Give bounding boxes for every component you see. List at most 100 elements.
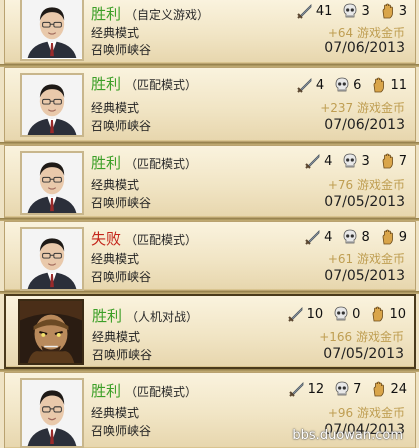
assists-stat: 7 <box>379 152 407 170</box>
kills-stat: 41 <box>296 2 332 20</box>
deaths-count: 8 <box>361 229 370 245</box>
deaths-stat: 3 <box>341 152 370 170</box>
match-result: 胜利 <box>92 307 123 325</box>
deaths-stat: 6 <box>333 76 361 94</box>
match-date: 07/05/2013 <box>324 194 405 210</box>
skull-icon <box>334 306 348 321</box>
gold-reward: +76 游戏金币 <box>327 178 405 192</box>
match-mode: （人机对战） <box>126 310 199 324</box>
kills-count: 12 <box>307 381 325 397</box>
match-result: 失败 <box>91 230 122 248</box>
assists-count: 10 <box>389 306 406 322</box>
deaths-count: 7 <box>353 381 362 397</box>
assists-stat: 3 <box>379 2 407 20</box>
sword-icon <box>297 4 312 19</box>
player-avatar <box>20 227 84 291</box>
kills-stat: 10 <box>287 305 324 323</box>
match-result: 胜利 <box>91 382 122 400</box>
deaths-count: 6 <box>353 77 362 93</box>
watermark: bbs.duowan.com <box>292 428 403 443</box>
champion-avatar <box>18 299 84 365</box>
deaths-count: 0 <box>352 306 361 322</box>
assists-count: 24 <box>390 381 407 397</box>
deaths-count: 3 <box>361 153 370 169</box>
assists-stat: 24 <box>370 380 407 398</box>
kills-stat: 4 <box>296 76 324 94</box>
game-type: 经典模式 <box>91 178 140 192</box>
kda-stats: 10 0 10 <box>281 305 406 323</box>
game-type: 经典模式 <box>91 252 140 266</box>
kills-stat: 12 <box>288 380 325 398</box>
match-mode: （匹配模式） <box>125 78 198 92</box>
player-portrait-icon <box>22 380 82 446</box>
assists-count: 9 <box>398 229 407 245</box>
sword-icon <box>297 78 312 93</box>
match-mode: （匹配模式） <box>125 157 198 171</box>
player-avatar <box>20 151 84 215</box>
kda-stats: 4 6 11 <box>290 76 407 94</box>
game-type: 经典模式 <box>92 330 141 344</box>
match-date: 07/06/2013 <box>324 117 405 133</box>
kills-count: 4 <box>324 153 333 169</box>
skull-icon <box>344 3 357 18</box>
game-type: 经典模式 <box>91 26 140 40</box>
match-mode: （匹配模式） <box>125 385 198 399</box>
hand-icon <box>374 381 385 397</box>
map-name: 召唤师峡谷 <box>91 119 152 133</box>
match-result: 胜利 <box>91 5 122 23</box>
player-portrait-icon <box>22 75 82 135</box>
match-date: 07/06/2013 <box>324 40 405 56</box>
player-portrait-icon <box>22 153 82 213</box>
gold-reward: +237 游戏金币 <box>320 101 405 115</box>
map-name: 召唤师峡谷 <box>91 43 152 57</box>
map-name: 召唤师峡谷 <box>91 196 152 210</box>
assists-count: 7 <box>398 153 407 169</box>
hand-icon <box>382 229 393 245</box>
match-date: 07/05/2013 <box>324 268 405 284</box>
map-name: 召唤师峡谷 <box>91 270 152 284</box>
game-type: 经典模式 <box>91 406 140 420</box>
match-row[interactable]: 胜利 （匹配模式） 4 3 7 经典模式 +76 游戏金币 召唤师峡谷 07/0… <box>4 145 416 218</box>
kills-count: 4 <box>324 229 333 245</box>
skull-icon <box>344 153 357 168</box>
match-row[interactable]: 胜利 （匹配模式） 4 6 11 经典模式 +237 游戏金币 召唤师峡谷 07… <box>4 67 416 142</box>
game-type: 经典模式 <box>91 101 140 115</box>
player-portrait-icon <box>22 0 82 58</box>
gold-reward: +61 游戏金币 <box>327 252 405 266</box>
sword-icon <box>305 154 320 169</box>
gold-reward: +64 游戏金币 <box>327 26 405 40</box>
assists-count: 11 <box>390 77 407 93</box>
hand-icon <box>382 153 393 169</box>
kda-stats: 41 3 3 <box>290 2 407 20</box>
kda-stats: 4 8 9 <box>298 228 407 246</box>
kills-stat: 4 <box>304 152 332 170</box>
assists-count: 3 <box>398 3 407 19</box>
assists-stat: 10 <box>369 305 406 323</box>
kda-stats: 12 7 24 <box>282 380 407 398</box>
match-row[interactable]: 失败 （匹配模式） 4 8 9 经典模式 +61 游戏金币 召唤师峡谷 07/0… <box>4 221 416 291</box>
kda-stats: 4 3 7 <box>298 152 407 170</box>
map-name: 召唤师峡谷 <box>91 424 152 438</box>
skull-icon <box>344 229 357 244</box>
match-row[interactable]: 胜利 （人机对战） 10 0 10 经典模式 +166 游戏金币 召唤师峡谷 0… <box>4 294 416 369</box>
player-avatar <box>20 0 84 61</box>
match-result: 胜利 <box>91 154 122 172</box>
player-avatar <box>20 378 84 448</box>
match-date: 07/05/2013 <box>323 346 404 362</box>
deaths-stat: 3 <box>341 2 370 20</box>
deaths-stat: 7 <box>333 380 361 398</box>
kills-count: 10 <box>306 306 324 322</box>
sword-icon <box>288 382 304 397</box>
map-name: 召唤师峡谷 <box>92 348 153 362</box>
match-row[interactable]: 胜利 （自定义游戏） 41 3 3 经典模式 +64 游戏金币 召唤师峡谷 07… <box>4 0 416 64</box>
player-portrait-icon <box>22 229 82 289</box>
deaths-stat: 0 <box>332 305 360 323</box>
hand-icon <box>382 3 393 19</box>
deaths-stat: 8 <box>341 228 370 246</box>
hand-icon <box>373 306 384 322</box>
assists-stat: 11 <box>370 76 407 94</box>
sword-icon <box>305 230 320 245</box>
kills-stat: 4 <box>304 228 332 246</box>
champion-portrait-icon <box>20 301 82 363</box>
kills-count: 4 <box>315 77 325 93</box>
